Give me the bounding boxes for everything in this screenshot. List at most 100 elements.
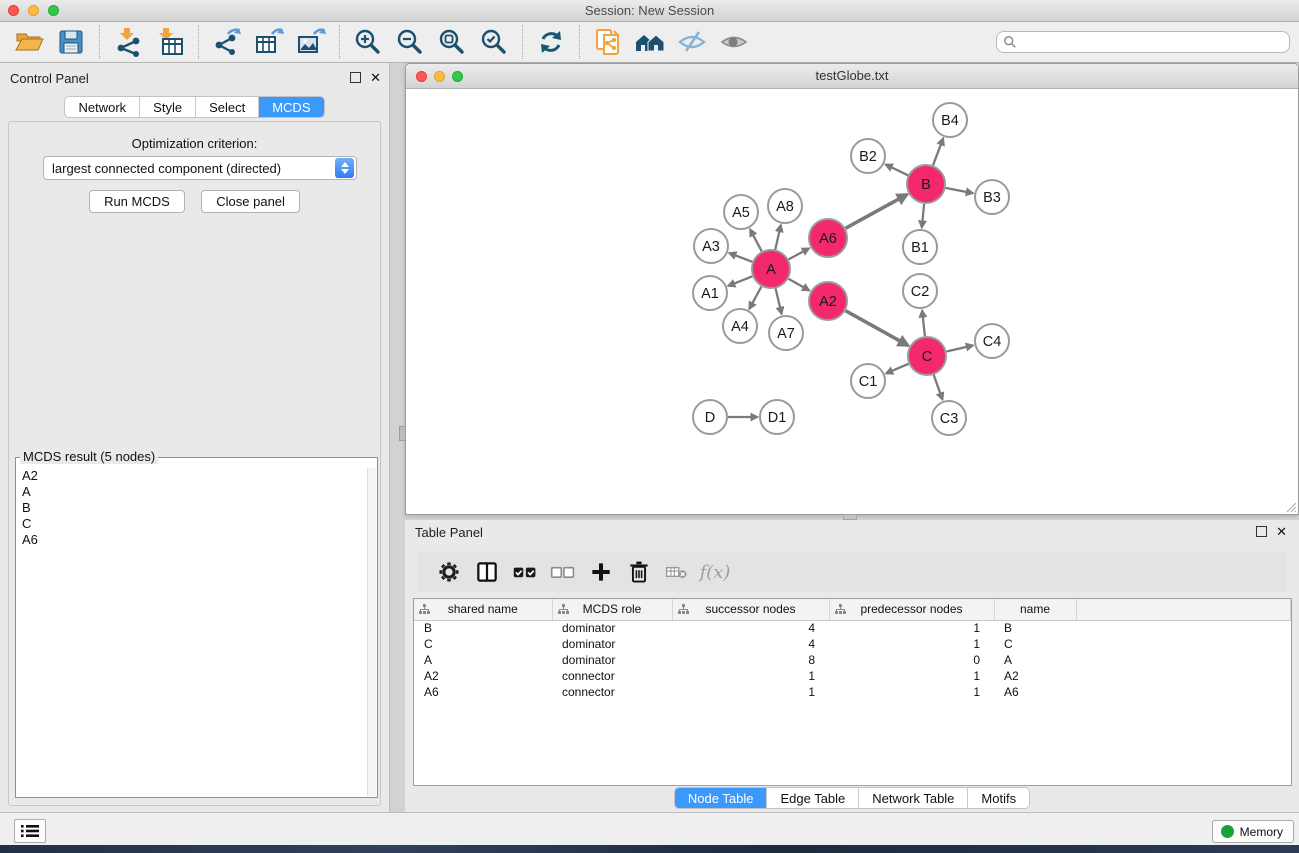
tab-mcds[interactable]: MCDS xyxy=(259,97,323,117)
network-graph[interactable]: B4B2BB3A8A5A6A3B1AC2A1A2A4A7C4CC1C3DD1 xyxy=(406,89,1298,514)
zoom-out-icon[interactable] xyxy=(392,25,428,59)
graph-node[interactable]: A3 xyxy=(694,229,728,263)
show-column-panel-icon[interactable] xyxy=(472,557,502,587)
table-tab-edge-table[interactable]: Edge Table xyxy=(767,788,859,808)
graph-node[interactable]: B1 xyxy=(903,230,937,264)
graph-edge[interactable] xyxy=(947,345,974,351)
import-network-icon[interactable] xyxy=(110,25,146,59)
resize-grip[interactable] xyxy=(1284,500,1297,513)
table-cell[interactable]: dominator xyxy=(552,636,672,652)
home-icon[interactable] xyxy=(632,25,668,59)
table-cell[interactable]: C xyxy=(994,636,1076,652)
deselect-all-rows-icon[interactable] xyxy=(548,557,578,587)
task-history-button[interactable] xyxy=(14,819,46,843)
close-table-panel-icon[interactable]: ✕ xyxy=(1276,526,1287,537)
show-all-icon[interactable] xyxy=(716,25,752,59)
table-cell[interactable]: 1 xyxy=(672,668,829,684)
graph-node[interactable]: C2 xyxy=(903,274,937,308)
open-file-icon[interactable] xyxy=(11,25,47,59)
table-cell[interactable]: A6 xyxy=(414,684,552,700)
settings-icon[interactable] xyxy=(434,557,464,587)
tab-select[interactable]: Select xyxy=(196,97,259,117)
hide-selected-icon[interactable] xyxy=(674,25,710,59)
graph-node[interactable]: C xyxy=(908,337,946,375)
column-header-MCDS-role[interactable]: MCDS role xyxy=(552,599,672,620)
graph-node[interactable]: A7 xyxy=(769,316,803,350)
select-all-rows-icon[interactable] xyxy=(510,557,540,587)
graph-node[interactable]: C1 xyxy=(851,364,885,398)
graph-edge[interactable] xyxy=(846,311,909,346)
graph-node[interactable]: A4 xyxy=(723,309,757,343)
search-input[interactable] xyxy=(1017,33,1289,51)
close-panel-button[interactable]: Close panel xyxy=(201,190,300,213)
table-tab-motifs[interactable]: Motifs xyxy=(968,788,1029,808)
delete-column-icon[interactable] xyxy=(624,557,654,587)
graph-edge[interactable] xyxy=(922,204,924,228)
network-canvas[interactable]: B4B2BB3A8A5A6A3B1AC2A1A2A4A7C4CC1C3DD1 xyxy=(406,89,1298,514)
graph-node[interactable]: A8 xyxy=(768,189,802,223)
graph-node[interactable]: B3 xyxy=(975,180,1009,214)
graph-node[interactable]: C3 xyxy=(932,401,966,435)
graph-edge[interactable] xyxy=(922,310,925,336)
graph-edge[interactable] xyxy=(776,289,782,315)
criterion-dropdown[interactable]: largest connected component (directed) xyxy=(43,156,357,180)
table-cell[interactable]: dominator xyxy=(552,620,672,636)
table-row[interactable]: A2connector11A2 xyxy=(414,668,1291,684)
graph-node[interactable]: B xyxy=(907,165,945,203)
table-row[interactable]: A6connector11A6 xyxy=(414,684,1291,700)
table-row[interactable]: Bdominator41B xyxy=(414,620,1291,636)
float-table-panel-icon[interactable] xyxy=(1256,526,1267,537)
table-cell[interactable]: 1 xyxy=(829,620,994,636)
add-column-icon[interactable] xyxy=(586,557,616,587)
result-item[interactable]: A6 xyxy=(17,532,366,548)
graph-node[interactable]: C4 xyxy=(975,324,1009,358)
table-tab-node-table[interactable]: Node Table xyxy=(675,788,768,808)
table-cell[interactable]: 8 xyxy=(672,652,829,668)
search-field[interactable] xyxy=(996,31,1290,53)
delete-table-icon[interactable] xyxy=(662,557,692,587)
table-cell[interactable]: dominator xyxy=(552,652,672,668)
refresh-icon[interactable] xyxy=(533,25,569,59)
graph-edge[interactable] xyxy=(934,375,943,400)
table-cell[interactable]: connector xyxy=(552,668,672,684)
table-cell[interactable]: connector xyxy=(552,684,672,700)
graph-edge[interactable] xyxy=(750,229,762,251)
float-panel-icon[interactable] xyxy=(350,72,361,83)
table-cell[interactable]: 1 xyxy=(829,636,994,652)
graph-node[interactable]: D1 xyxy=(760,400,794,434)
tab-network[interactable]: Network xyxy=(65,97,140,117)
result-item[interactable]: B xyxy=(17,500,366,516)
network-window-titlebar[interactable]: testGlobe.txt xyxy=(406,64,1298,89)
table-cell[interactable]: A2 xyxy=(994,668,1076,684)
memory-button[interactable]: Memory xyxy=(1212,820,1294,843)
graph-node[interactable]: B2 xyxy=(851,139,885,173)
graph-edge[interactable] xyxy=(933,138,943,165)
zoom-fit-icon[interactable] xyxy=(434,25,470,59)
graph-node[interactable]: B4 xyxy=(933,103,967,137)
table-cell[interactable]: A2 xyxy=(414,668,552,684)
graph-edge[interactable] xyxy=(789,248,810,259)
function-builder-icon[interactable]: f(x) xyxy=(700,557,730,587)
graph-edge[interactable] xyxy=(749,287,761,309)
tab-style[interactable]: Style xyxy=(140,97,196,117)
export-image-icon[interactable] xyxy=(293,25,329,59)
zoom-selected-icon[interactable] xyxy=(476,25,512,59)
table-cell[interactable]: C xyxy=(414,636,552,652)
column-header-name[interactable]: name xyxy=(994,599,1076,620)
clone-network-icon[interactable] xyxy=(590,25,626,59)
graph-edge[interactable] xyxy=(729,253,752,262)
column-header-successor-nodes[interactable]: successor nodes xyxy=(672,599,829,620)
table-cell[interactable]: B xyxy=(994,620,1076,636)
save-session-icon[interactable] xyxy=(53,25,89,59)
graph-edge[interactable] xyxy=(886,364,909,374)
graph-edge[interactable] xyxy=(788,279,809,291)
table-cell[interactable]: 0 xyxy=(829,652,994,668)
export-table-icon[interactable] xyxy=(251,25,287,59)
left-scrollbar-stub[interactable] xyxy=(399,426,406,441)
close-panel-icon[interactable]: ✕ xyxy=(370,72,381,83)
graph-node[interactable]: A1 xyxy=(693,276,727,310)
graph-node[interactable]: D xyxy=(693,400,727,434)
graph-node[interactable]: A5 xyxy=(724,195,758,229)
graph-edge[interactable] xyxy=(946,188,973,193)
table-cell[interactable]: 4 xyxy=(672,636,829,652)
